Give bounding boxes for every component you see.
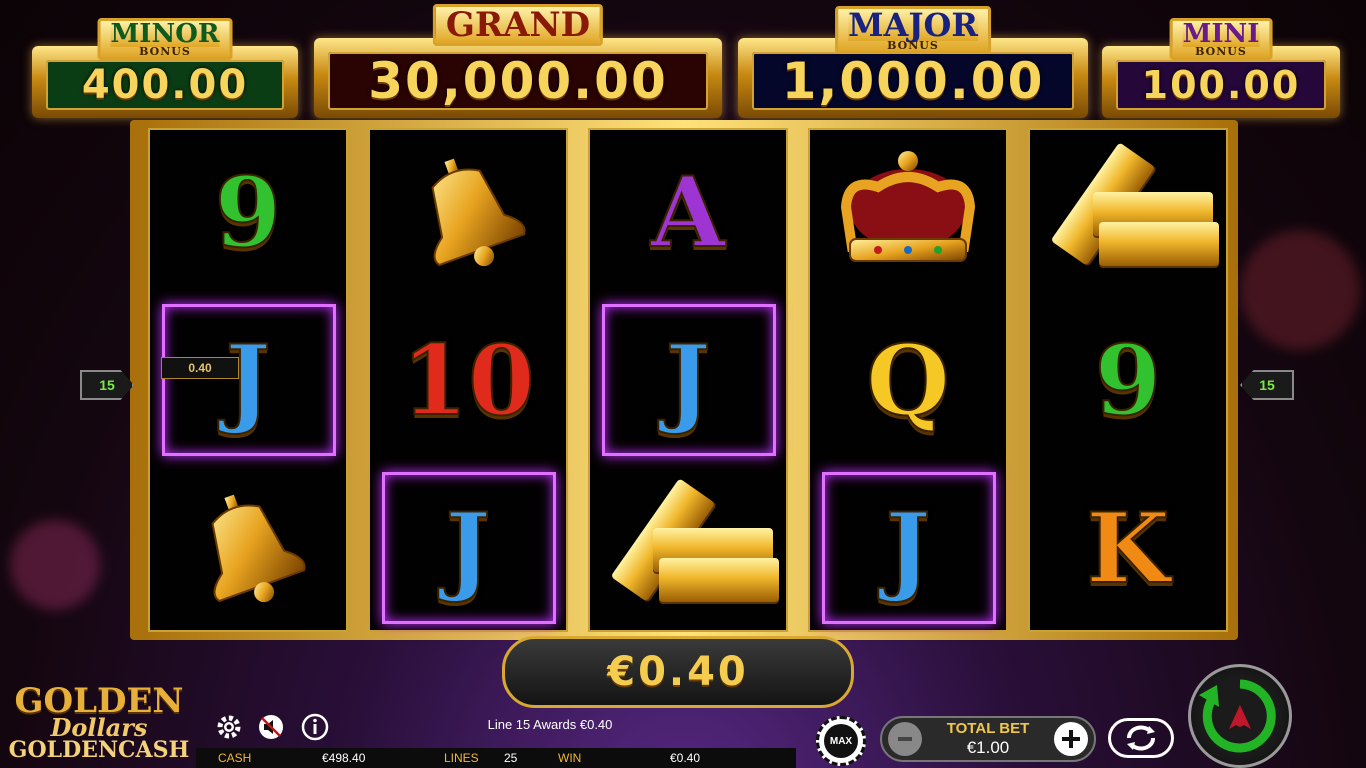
- jackpot-grand: 30,000.00 GRAND: [314, 4, 722, 118]
- reel-5-symbol-3: K: [1085, 491, 1170, 606]
- jackpot-mini-label: MINI: [1182, 19, 1260, 49]
- win-highlight-box: [602, 304, 776, 456]
- reel-5-symbol-1-gold-bars: [1028, 128, 1228, 296]
- reel-3: A J: [588, 128, 788, 632]
- reel-4: Q J: [808, 128, 1008, 632]
- bell-icon: [211, 494, 306, 603]
- jackpot-mini: 100.00 MINI BONUS: [1102, 14, 1340, 118]
- reel-4-symbol-3: J: [808, 464, 1008, 632]
- win-highlight-box: [382, 472, 556, 624]
- jackpot-minor-label: MINOR: [110, 19, 220, 49]
- reel-2-symbol-2: 10: [400, 323, 536, 438]
- background-light: [1240, 230, 1360, 350]
- reel-5: 9 K: [1028, 128, 1228, 632]
- jackpot-major-label: MAJOR: [848, 6, 978, 44]
- crown-icon: [840, 151, 976, 262]
- sound-muted-icon[interactable]: [256, 712, 286, 742]
- lines-value: 25: [504, 751, 518, 765]
- status-message: Line 15 Awards €0.40: [487, 717, 613, 732]
- reel-4-symbol-2: Q: [865, 323, 951, 438]
- settings-gear-icon[interactable]: [214, 712, 244, 742]
- minus-icon: [898, 737, 912, 741]
- jackpot-mini-value: 100.00: [1141, 63, 1301, 107]
- jackpot-major: 1,000.00 MAJOR BONUS: [738, 4, 1088, 118]
- info-icon[interactable]: [300, 712, 330, 742]
- gold-bars-icon: [603, 478, 779, 608]
- total-bet-value: €1.00: [966, 738, 1010, 757]
- background-light: [10, 520, 100, 610]
- cash-label: CASH: [218, 751, 252, 765]
- game-logo: GOLDEN Dollars GOLDENCASH: [4, 684, 194, 768]
- autoplay-icon: [1127, 725, 1155, 751]
- jackpot-grand-value: 30,000.00: [368, 52, 668, 110]
- reel-frame: 9 J 10 J A J Q J 9 K: [130, 120, 1238, 640]
- payline-marker-left[interactable]: 15: [80, 370, 134, 400]
- spin-button[interactable]: [1188, 664, 1292, 768]
- win-highlight-box: [162, 304, 336, 456]
- reel-2-symbol-3: J: [368, 464, 568, 632]
- reel-5-symbol-2: 9: [1094, 323, 1163, 438]
- reel-3-symbol-1: A: [650, 155, 726, 270]
- win-amount-value: €0.40: [607, 649, 749, 695]
- logo-line-2: Dollars: [50, 713, 148, 742]
- win-amount-display: €0.40: [502, 636, 854, 708]
- jackpot-minor: 400.00 MINOR BONUS: [32, 14, 298, 118]
- reel-3-symbol-3-gold-bars: [588, 464, 788, 632]
- status-bar: [196, 748, 796, 768]
- reel-4-symbol-1-crown: [808, 128, 1008, 296]
- reel-3-symbol-2: J: [588, 296, 788, 464]
- payline-marker-right[interactable]: 15: [1240, 370, 1294, 400]
- max-bet-label: MAX: [829, 735, 853, 747]
- logo-line-3: GOLDENCASH: [8, 737, 190, 763]
- win-value: €0.40: [670, 751, 701, 765]
- win-label: WIN: [558, 751, 582, 765]
- win-highlight-box: [822, 472, 996, 624]
- reel-1: 9 J: [148, 128, 348, 632]
- plus-icon: [1062, 730, 1080, 748]
- reel-2: 10 J: [368, 128, 568, 632]
- reel-1-symbol-3-bell: [148, 464, 348, 632]
- reel-2-symbol-1-bell: [368, 128, 568, 296]
- decrease-bet-button[interactable]: [888, 722, 922, 756]
- reel-1-symbol-2: J: [148, 296, 348, 464]
- gold-bars-icon: [1043, 142, 1219, 272]
- lines-label: LINES: [444, 751, 479, 765]
- total-bet-label: TOTAL BET: [946, 720, 1030, 737]
- max-bet-button[interactable]: MAX: [816, 716, 866, 766]
- bell-icon: [431, 158, 526, 267]
- spin-arrow-icon: [1199, 679, 1276, 753]
- total-bet-panel: TOTAL BET €1.00: [880, 716, 1096, 762]
- jackpot-minor-value: 400.00: [81, 62, 249, 108]
- autoplay-button[interactable]: [1108, 718, 1174, 758]
- reel-1-symbol-1: 9: [214, 155, 283, 270]
- line-win-amount-label: 0.40: [161, 357, 239, 379]
- increase-bet-button[interactable]: [1054, 722, 1088, 756]
- jackpot-grand-label: GRAND: [445, 5, 591, 45]
- jackpot-major-value: 1,000.00: [781, 52, 1045, 110]
- cash-value: €498.40: [322, 751, 366, 765]
